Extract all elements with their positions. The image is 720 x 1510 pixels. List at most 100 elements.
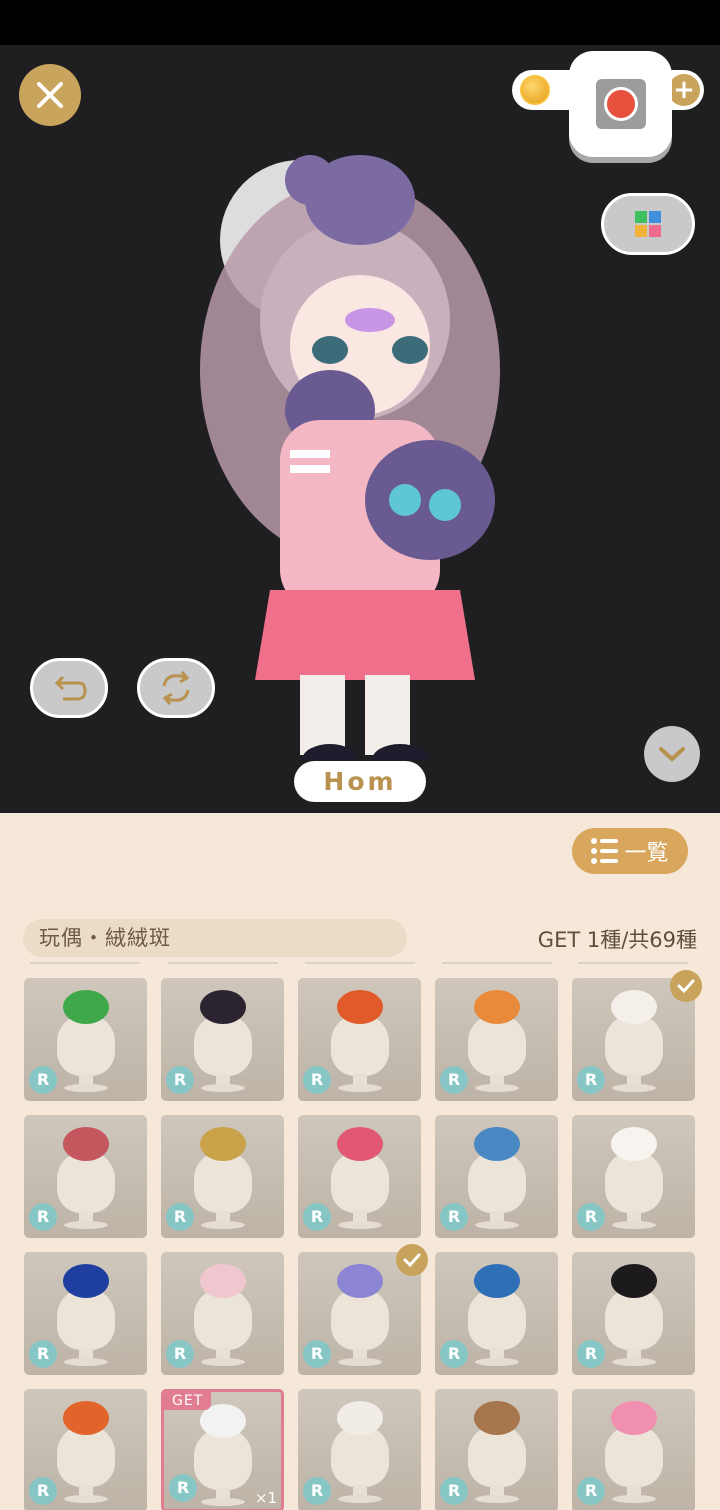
avatar-stage [0,45,720,813]
list-view-label: 一覧 [624,841,669,866]
mannequin-base [611,1495,656,1503]
mannequin-base [611,1084,656,1092]
mannequin-base [200,1084,245,1092]
list-icon [591,838,619,864]
collapse-button[interactable] [644,726,700,782]
plush-icon [610,1264,657,1298]
plush-icon [199,1264,246,1298]
list-view-button[interactable]: 一覧 [572,828,688,874]
item-tile[interactable]: R GET ×1 [161,1389,284,1510]
owned-check-icon [396,1244,428,1276]
mannequin-base [474,1495,519,1503]
item-tile[interactable]: R [24,1115,147,1238]
item-tile[interactable]: R [435,1252,558,1375]
plush-icon [62,1127,109,1161]
divider [442,962,552,964]
mannequin-base [200,1358,245,1366]
mannequin-base [337,1495,382,1503]
divider [578,962,688,964]
add-currency-button[interactable]: + [668,74,700,106]
undo-icon [54,675,87,701]
plush-icon [336,990,383,1024]
mannequin-base [337,1358,382,1366]
rarity-badge: R [440,1477,468,1505]
chevron-down-icon [659,747,685,762]
rarity-badge: R [166,1340,194,1368]
divider [305,962,415,964]
mannequin-base [611,1221,656,1229]
plush-icon [336,1401,383,1435]
pet-icon [595,79,646,129]
plush-icon [62,1401,109,1435]
close-icon [37,82,63,108]
plush-icon [199,1127,246,1161]
collection-count: GET 1種/共69種 [537,928,697,952]
item-tile[interactable]: R [24,1389,147,1510]
item-tile[interactable]: R [161,1115,284,1238]
item-tile[interactable]: R [161,978,284,1101]
rarity-badge: R [166,1066,194,1094]
undo-button[interactable] [30,658,108,718]
mannequin-base [474,1084,519,1092]
avatar-preview [200,155,500,760]
rarity-badge: R [577,1203,605,1231]
rarity-badge: R [440,1340,468,1368]
item-tile[interactable]: R [435,978,558,1101]
item-tile[interactable]: R [298,1115,421,1238]
item-tile[interactable]: R [435,1115,558,1238]
item-tile[interactable]: R [435,1389,558,1510]
rarity-badge: R [29,1340,57,1368]
rarity-badge: R [29,1203,57,1231]
rarity-badge: R [169,1474,197,1502]
divider [30,962,140,964]
mannequin-base [63,1495,108,1503]
mannequin-base [63,1221,108,1229]
plush-icon [336,1264,383,1298]
item-tile[interactable]: R [298,978,421,1101]
rarity-badge: R [303,1340,331,1368]
rotate-icon [162,671,190,705]
rarity-badge: R [577,1066,605,1094]
plush-icon [473,1264,520,1298]
rarity-badge: R [29,1066,57,1094]
get-tag: GET [164,1392,212,1410]
item-tile[interactable]: R [24,978,147,1101]
rarity-badge: R [303,1477,331,1505]
mannequin-base [474,1221,519,1229]
plush-icon [610,990,657,1024]
mannequin-base [200,1498,245,1506]
mannequin-base [63,1358,108,1366]
color-grid-button[interactable] [601,193,695,255]
rarity-badge: R [577,1340,605,1368]
rarity-badge: R [303,1066,331,1094]
item-tile[interactable]: R [298,1389,421,1510]
divider [168,962,278,964]
rarity-badge: R [440,1066,468,1094]
rarity-badge: R [303,1203,331,1231]
rotate-button[interactable] [137,658,215,718]
item-tile[interactable]: R [24,1252,147,1375]
coin-icon [520,75,550,105]
item-tile[interactable]: R [572,1115,695,1238]
close-button[interactable] [19,64,81,126]
status-bar [0,0,720,45]
rarity-badge: R [29,1477,57,1505]
mannequin-base [200,1221,245,1229]
rarity-badge: R [440,1203,468,1231]
plush-icon [473,990,520,1024]
avatar-name[interactable]: Hom [294,761,426,802]
rarity-badge: R [166,1203,194,1231]
plush-icon [610,1401,657,1435]
item-quantity: ×1 [254,1489,277,1507]
plush-icon [473,1127,520,1161]
pet-card-button[interactable] [569,51,672,157]
rarity-badge: R [577,1477,605,1505]
mannequin-base [337,1221,382,1229]
item-tile[interactable]: R [572,1252,695,1375]
plush-icon [473,1401,520,1435]
plush-icon [199,990,246,1024]
item-tile[interactable]: R [161,1252,284,1375]
mannequin-base [611,1358,656,1366]
plush-icon [610,1127,657,1161]
item-tile[interactable]: R [572,1389,695,1510]
